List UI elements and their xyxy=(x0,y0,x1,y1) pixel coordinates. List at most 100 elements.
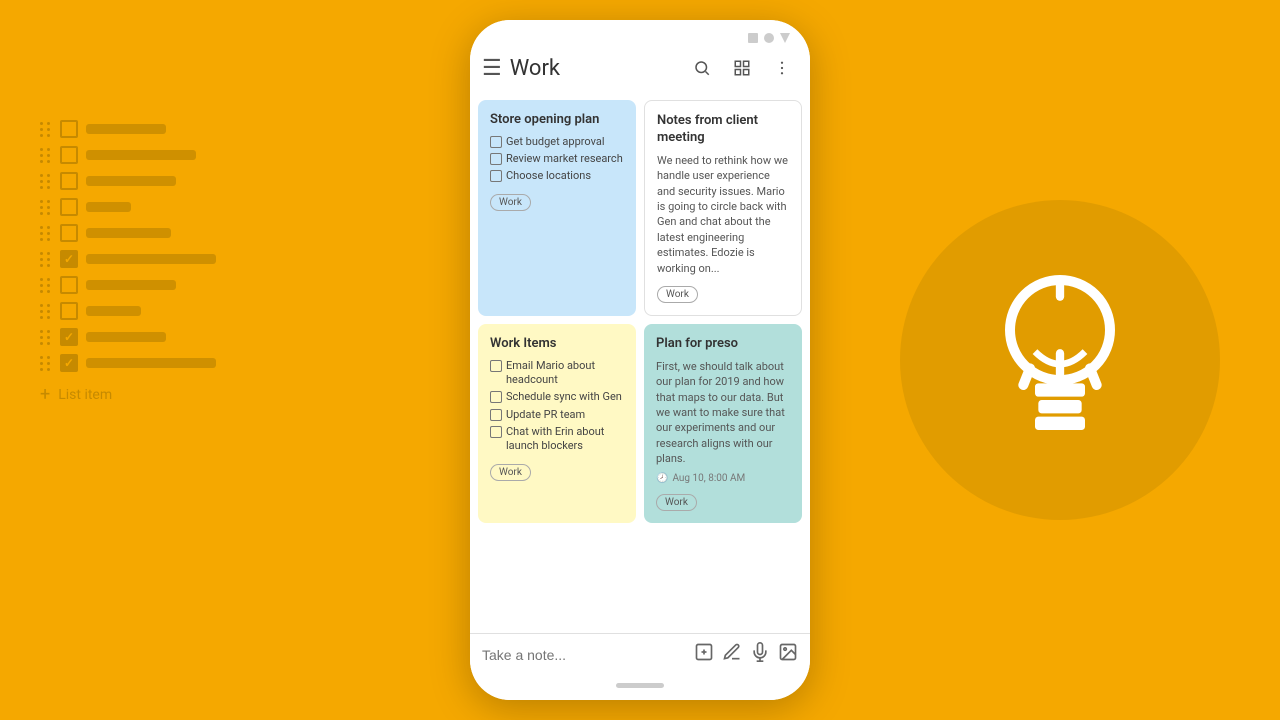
checklist-item: Email Mario about headcount xyxy=(490,359,624,388)
list-row xyxy=(40,302,216,320)
left-list-panel: + List item xyxy=(40,120,216,405)
drag-handle[interactable] xyxy=(40,226,52,241)
check-box[interactable] xyxy=(490,360,502,372)
note-checklist: Get budget approval Review market resear… xyxy=(490,135,624,184)
check-box[interactable] xyxy=(490,136,502,148)
list-bar xyxy=(86,280,176,290)
list-row xyxy=(40,354,216,372)
grid-view-button[interactable] xyxy=(726,52,758,84)
status-bar xyxy=(470,20,810,48)
list-checkbox-checked[interactable] xyxy=(60,328,78,346)
list-checkbox[interactable] xyxy=(60,146,78,164)
note-title: Plan for preso xyxy=(656,336,790,353)
drag-handle[interactable] xyxy=(40,330,52,345)
list-checkbox[interactable] xyxy=(60,302,78,320)
note-store-opening[interactable]: Store opening plan Get budget approval R… xyxy=(478,100,636,316)
list-bar xyxy=(86,306,141,316)
list-bar xyxy=(86,176,176,186)
lightbulb-icon xyxy=(960,260,1160,460)
home-indicator[interactable] xyxy=(616,683,664,688)
note-label[interactable]: Work xyxy=(656,494,697,511)
checklist-item: Update PR team xyxy=(490,408,624,422)
note-timestamp: 🕗 Aug 10, 8:00 AM xyxy=(656,473,790,484)
checklist-add-button[interactable] xyxy=(694,642,714,667)
add-list-label: List item xyxy=(58,387,112,403)
note-client-meeting[interactable]: Notes from client meeting We need to ret… xyxy=(644,100,802,316)
note-body: We need to rethink how we handle user ex… xyxy=(657,153,789,276)
add-icon: + xyxy=(40,384,50,405)
list-row xyxy=(40,276,216,294)
list-checkbox[interactable] xyxy=(60,120,78,138)
hamburger-menu-icon[interactable]: ☰ xyxy=(482,56,502,81)
checklist-text: Choose locations xyxy=(506,169,591,183)
lightbulb-decoration xyxy=(900,200,1220,520)
checklist-text: Email Mario about headcount xyxy=(506,359,624,388)
app-title: Work xyxy=(510,56,678,81)
take-note-input[interactable] xyxy=(482,647,690,663)
checklist-text: Schedule sync with Gen xyxy=(506,390,622,404)
drag-handle[interactable] xyxy=(40,356,52,371)
add-list-item[interactable]: + List item xyxy=(40,384,216,405)
note-label[interactable]: Work xyxy=(490,464,531,481)
list-row xyxy=(40,146,216,164)
app-bar: ☰ Work xyxy=(470,48,810,92)
note-title: Work Items xyxy=(490,336,624,353)
list-checkbox[interactable] xyxy=(60,276,78,294)
clock-icon: 🕗 xyxy=(656,473,668,484)
bottom-bar xyxy=(470,633,810,675)
note-plan-preso[interactable]: Plan for preso First, we should talk abo… xyxy=(644,324,802,523)
list-checkbox[interactable] xyxy=(60,172,78,190)
list-row xyxy=(40,172,216,190)
bottom-actions xyxy=(694,642,798,667)
check-box[interactable] xyxy=(490,409,502,421)
list-row xyxy=(40,198,216,216)
list-bar xyxy=(86,228,171,238)
drag-handle[interactable] xyxy=(40,200,52,215)
drag-handle[interactable] xyxy=(40,174,52,189)
app-bar-actions xyxy=(686,52,798,84)
checklist-item: Review market research xyxy=(490,152,624,166)
checklist-text: Update PR team xyxy=(506,408,585,422)
search-button[interactable] xyxy=(686,52,718,84)
checklist-text: Review market research xyxy=(506,152,623,166)
drag-handle[interactable] xyxy=(40,148,52,163)
battery-icon xyxy=(780,33,790,43)
phone-nav-bar xyxy=(470,675,810,700)
circle-background xyxy=(900,200,1220,520)
drag-handle[interactable] xyxy=(40,122,52,137)
drag-handle[interactable] xyxy=(40,304,52,319)
note-work-items[interactable]: Work Items Email Mario about headcount S… xyxy=(478,324,636,523)
checklist-item: Chat with Erin about launch blockers xyxy=(490,425,624,454)
checklist-item: Get budget approval xyxy=(490,135,624,149)
note-checklist: Email Mario about headcount Schedule syn… xyxy=(490,359,624,454)
notes-grid: Store opening plan Get budget approval R… xyxy=(470,92,810,633)
wifi-icon xyxy=(764,33,774,43)
drag-handle[interactable] xyxy=(40,278,52,293)
note-label[interactable]: Work xyxy=(657,286,698,303)
timestamp-text: Aug 10, 8:00 AM xyxy=(672,473,745,484)
phone-mockup: ☰ Work Store openin xyxy=(470,20,810,700)
drag-handle[interactable] xyxy=(40,252,52,267)
list-row xyxy=(40,328,216,346)
check-box[interactable] xyxy=(490,170,502,182)
list-checkbox[interactable] xyxy=(60,198,78,216)
image-button[interactable] xyxy=(778,642,798,667)
checklist-item: Schedule sync with Gen xyxy=(490,390,624,404)
list-checkbox-checked[interactable] xyxy=(60,250,78,268)
list-bar xyxy=(86,254,216,264)
draw-button[interactable] xyxy=(722,642,742,667)
note-label[interactable]: Work xyxy=(490,194,531,211)
more-options-button[interactable] xyxy=(766,52,798,84)
list-row xyxy=(40,224,216,242)
check-box[interactable] xyxy=(490,426,502,438)
check-box[interactable] xyxy=(490,391,502,403)
list-bar xyxy=(86,202,131,212)
check-box[interactable] xyxy=(490,153,502,165)
note-title: Store opening plan xyxy=(490,112,624,129)
list-checkbox-checked[interactable] xyxy=(60,354,78,372)
checklist-text: Chat with Erin about launch blockers xyxy=(506,425,624,454)
mic-button[interactable] xyxy=(750,642,770,667)
list-checkbox[interactable] xyxy=(60,224,78,242)
list-row xyxy=(40,120,216,138)
note-title: Notes from client meeting xyxy=(657,113,789,147)
